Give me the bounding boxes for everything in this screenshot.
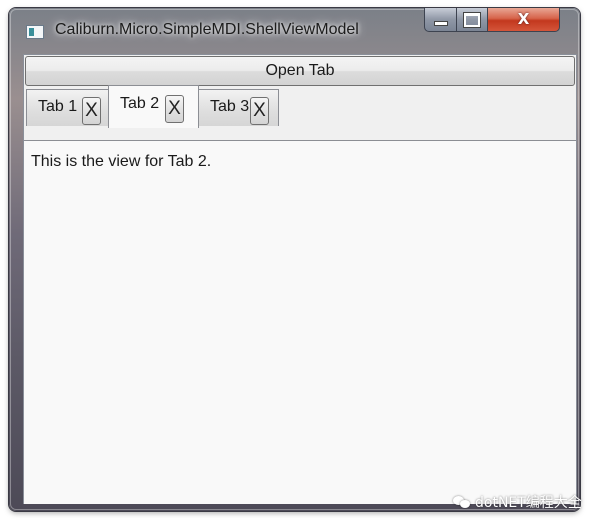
watermark: dotNET编程大全	[453, 493, 582, 511]
minimize-icon	[433, 21, 448, 26]
app-window: Caliburn.Micro.SimpleMDI.ShellViewModel …	[9, 8, 580, 511]
tab-content-text: This is the view for Tab 2.	[31, 153, 212, 170]
tab-label: Tab 3	[210, 98, 250, 115]
wechat-icon	[453, 495, 471, 509]
caption-buttons: X	[424, 8, 577, 34]
close-button[interactable]: X	[488, 8, 560, 32]
tab-close-button[interactable]: X	[165, 95, 184, 123]
watermark-text: dotNET编程大全	[475, 495, 582, 511]
tab-1[interactable]: Tab 1 X	[26, 89, 109, 126]
tab-strip: Tab 1 X Tab 2 X Tab 3 X	[24, 85, 576, 132]
tab-close-button[interactable]: X	[82, 97, 101, 125]
tab-content-panel: This is the view for Tab 2.	[24, 140, 576, 504]
tab-label: Tab 1	[38, 98, 78, 115]
client-area: Open Tab Tab 1 X Tab 2 X Tab 3 X This is…	[23, 54, 577, 504]
open-tab-button[interactable]: Open Tab	[25, 56, 575, 86]
close-icon: X	[517, 9, 530, 28]
minimize-button[interactable]	[424, 8, 457, 32]
tab-2[interactable]: Tab 2 X	[108, 85, 199, 128]
app-icon	[26, 25, 44, 39]
maximize-icon	[464, 12, 480, 27]
title-bar[interactable]: Caliburn.Micro.SimpleMDI.ShellViewModel …	[9, 8, 580, 54]
maximize-button[interactable]	[457, 8, 488, 32]
tab-close-button[interactable]: X	[250, 97, 269, 125]
tab-label: Tab 2	[120, 95, 160, 112]
window-title: Caliburn.Micro.SimpleMDI.ShellViewModel	[55, 21, 359, 38]
tab-3[interactable]: Tab 3 X	[198, 89, 279, 126]
